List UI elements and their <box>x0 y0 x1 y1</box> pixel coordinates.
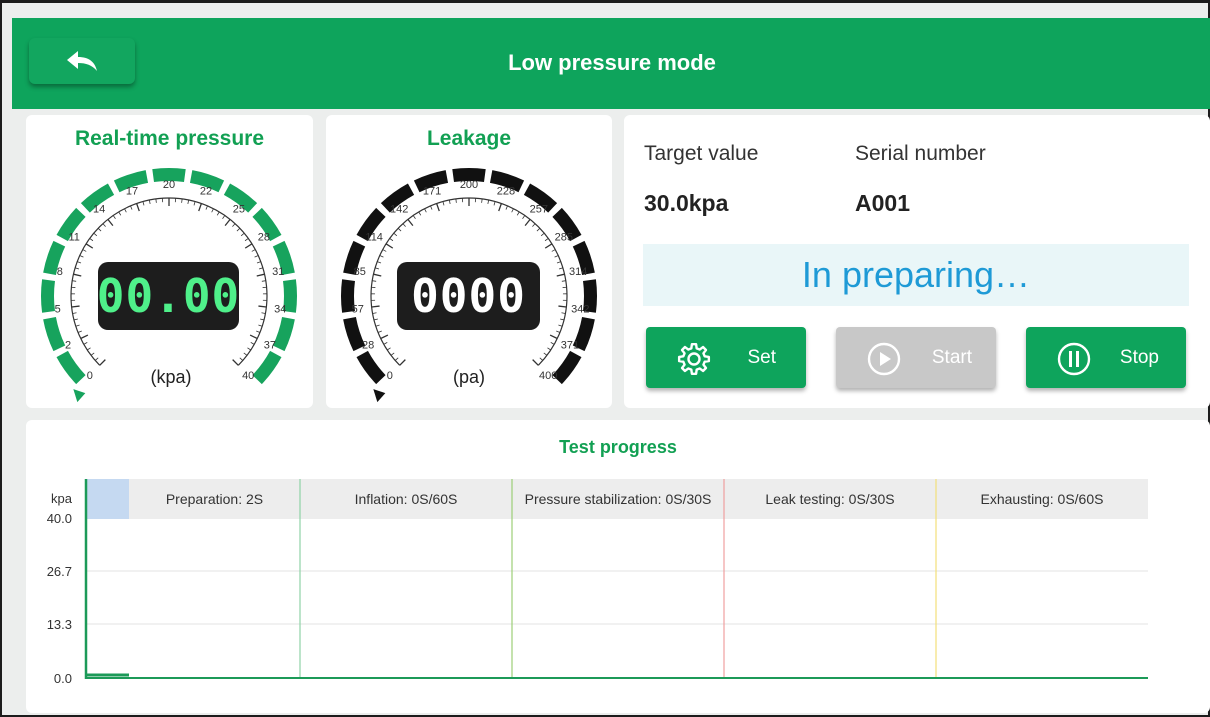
y-axis-unit: kpa <box>51 491 72 506</box>
pressure-gauge-tick-label: 22 <box>200 185 212 197</box>
serial-number-label: Serial number <box>855 142 986 165</box>
pressure-gauge-tick-label: 0 <box>87 370 93 382</box>
pressure-gauge-pointer <box>73 389 86 403</box>
serial-number: A001 <box>855 190 910 216</box>
pressure-gauge-card: Real-time pressure 0 2 5 8 11 14 17 20 22 25 28 31 3… <box>26 115 313 408</box>
leak-gauge-tick-label: 371 <box>561 340 579 352</box>
pressure-gauge-tick-label: 2 <box>65 340 71 352</box>
leak-gauge-tick-label: 342 <box>571 304 589 316</box>
app-frame: Low pressure mode Real-time pressure 025… <box>0 0 1210 717</box>
leak-gauge-tick-label: 314 <box>569 266 587 278</box>
target-value: 30.0kpa <box>644 190 729 216</box>
pressure-reading: 00.00 <box>97 262 239 330</box>
pressure-gauge-ring-segment <box>43 316 66 352</box>
progress-title: Test progress <box>559 437 677 457</box>
y-tick-label: 26.7 <box>46 564 72 579</box>
pressure-gauge-tick-label: 31 <box>272 266 284 278</box>
pressure-gauge-tick-label: 40 <box>242 370 254 382</box>
y-tick-label: 0.0 <box>53 671 72 686</box>
gear-icon <box>677 342 711 376</box>
pressure-gauge-tick-label: 37 <box>264 340 276 352</box>
play-icon <box>867 342 901 376</box>
pressure-gauge-tick-label: 5 <box>55 304 61 316</box>
pressure-unit: (kpa) <box>150 367 192 387</box>
leak-gauge-tick-label: 171 <box>423 185 441 197</box>
pressure-gauge-ring-segment <box>272 316 295 352</box>
phase-header: Preparation: 2S Inflation: 0S/60S Pressu… <box>82 479 1152 519</box>
start-button[interactable]: Start <box>836 327 996 388</box>
status-display: In preparing… <box>643 244 1189 306</box>
start-button-label: Start <box>931 347 972 368</box>
leak-gauge-tick-label: 85 <box>354 266 366 278</box>
pause-icon <box>1057 342 1091 376</box>
leak-gauge-tick-label: 200 <box>460 179 478 191</box>
pressure-gauge-ring-segment <box>56 350 86 385</box>
leak-gauge-tick-label: 114 <box>365 231 383 243</box>
leak-gauge-pointer <box>373 389 386 403</box>
pressure-gauge-tick-label: 11 <box>68 231 79 243</box>
set-button[interactable]: Set <box>646 327 806 388</box>
leak-gauge-tick-label: 285 <box>555 231 573 243</box>
pressure-gauge-tick-label: 17 <box>126 185 138 197</box>
leak-gauge-tick-label: 400 <box>539 370 557 382</box>
leak-gauge-tick-label: 57 <box>352 304 364 316</box>
leak-gauge-tick-label: 142 <box>390 203 408 215</box>
pressure-gauge-tick-label: 34 <box>274 304 286 316</box>
pressure-gauge-ring-segment <box>41 279 55 313</box>
pressure-gauge-ring-segment <box>252 350 282 385</box>
set-button-label: Set <box>747 347 776 368</box>
leak-gauge-tick-label: 28 <box>362 340 374 352</box>
leak-reading: 0000 <box>397 262 540 330</box>
stop-button[interactable]: Stop <box>1026 327 1186 388</box>
leak-gauge-tick-label: 257 <box>530 203 548 215</box>
target-value-label: Target value <box>644 142 759 165</box>
header-bar: Low pressure mode <box>12 18 1210 109</box>
pressure-gauge-tick-label: 8 <box>57 266 63 278</box>
leak-gauge-ring-segment <box>356 350 386 385</box>
stop-button-label: Stop <box>1119 347 1159 368</box>
phase-label-stabilization: Pressure stabilization: 0S/30S <box>524 491 712 507</box>
y-tick-label: 40.0 <box>46 511 72 526</box>
leak-gauge-tick-label: 228 <box>497 185 515 197</box>
pressure-gauge-tick-label: 28 <box>258 231 270 243</box>
phase-label-preparation: Preparation: 2S <box>165 491 264 507</box>
y-tick-label: 13.3 <box>46 617 72 632</box>
pressure-gauge-tick-label: 14 <box>93 203 105 215</box>
phase-label-exhausting: Exhausting: 0S/60S <box>980 491 1104 507</box>
phase-label-inflation: Inflation: 0S/60S <box>354 491 458 507</box>
page-title: Low pressure mode <box>508 50 716 75</box>
pressure-gauge-tick-label: 20 <box>163 179 175 191</box>
status-text: In preparing… <box>801 254 1031 295</box>
leak-gauge-tick-label: 0 <box>387 370 393 382</box>
pressure-gauge-tick-label: 25 <box>233 203 245 215</box>
leak-gauge-card: Leakage 0 28 57 85 114 142 171 200 228 257 285 314 3… <box>326 115 612 408</box>
leak-unit: (pa) <box>452 367 485 387</box>
phase-label-leak-testing: Leak testing: 0S/30S <box>765 491 895 507</box>
